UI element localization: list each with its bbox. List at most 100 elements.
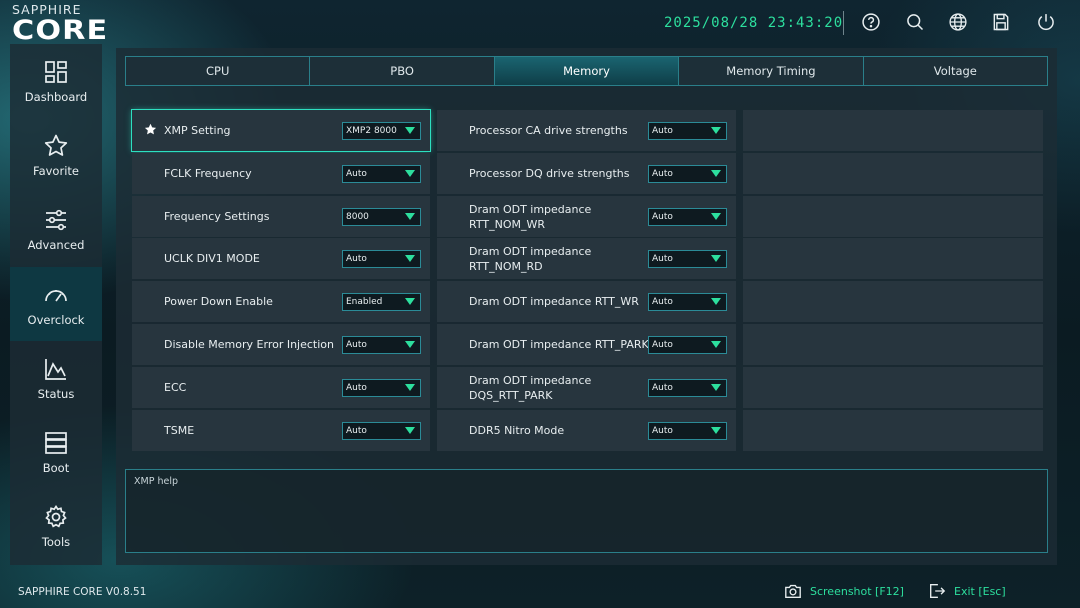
sidebar-item-advanced[interactable]: Advanced [10,192,102,266]
setting-label-line1: Dram ODT impedance [469,373,592,387]
dropdown-arrow-icon [405,340,415,348]
setting-row-tsme[interactable]: TSME Auto [132,410,430,451]
setting-label: Dram ODT impedance RTT_PARK [469,337,649,352]
dropdown-arrow-icon [711,383,721,391]
processor-ca-drive-strengths-dropdown[interactable]: Auto [648,121,727,140]
tab-cpu[interactable]: CPU [126,57,311,85]
setting-label-line1: Dram ODT impedance [469,202,592,216]
setting-row-power-down-enable[interactable]: Power Down Enable Enabled [132,281,430,322]
exit-label: Exit [Esc] [954,584,1006,598]
sidebar-item-boot[interactable]: Boot [10,415,102,489]
sidebar-item-favorite[interactable]: Favorite [10,118,102,192]
setting-row-ddr5-nitro-mode[interactable]: DDR5 Nitro Mode Auto [437,410,736,451]
tab-memory[interactable]: Memory [494,57,680,85]
sidebar-item-dashboard[interactable]: Dashboard [10,44,102,118]
gauge-icon [42,281,70,309]
favorite-star-icon[interactable] [144,123,157,136]
processor-dq-drive-strengths-dropdown[interactable]: Auto [648,164,727,183]
setting-row-processor-dq-drive-strengths[interactable]: Processor DQ drive strengths Auto [437,153,736,194]
setting-label: TSME [164,424,195,437]
sapphire-core-logo: SAPPHIRE CORE [12,2,132,44]
setting-label: DDR5 Nitro Mode [469,423,564,438]
dropdown-value: Enabled [346,296,383,307]
dropdown-arrow-icon [405,212,415,220]
tab-pbo[interactable]: PBO [310,57,495,85]
setting-label: FCLK Frequency [164,167,252,180]
dropdown-value: Auto [652,125,673,136]
setting-row-dram-odt-rtt-nom-rd[interactable]: Dram ODT impedance RTT_NOM_RD Auto [437,238,736,279]
setting-row-dram-odt-rtt-wr[interactable]: Dram ODT impedance RTT_WR Auto [437,281,736,322]
disable-memory-error-injection-dropdown[interactable]: Auto [342,335,421,354]
empty-row [743,238,1043,279]
globe-icon[interactable] [947,11,969,33]
tab-memory-timing[interactable]: Memory Timing [679,57,864,85]
setting-label: Dram ODT impedance RTT_NOM_WR [469,202,591,232]
tab-bar: CPU PBO Memory Memory Timing Voltage [125,56,1048,86]
sidebar-item-status[interactable]: Status [10,341,102,415]
setting-label-line2: DQS_RTT_PARK [469,388,553,402]
setting-label-line1: Processor CA drive strengths [469,124,628,137]
tab-voltage[interactable]: Voltage [863,57,1048,85]
setting-label: Processor DQ drive strengths [469,166,630,181]
search-icon[interactable] [904,11,926,33]
dropdown-value: Auto [652,339,673,350]
ddr5-nitro-mode-dropdown[interactable]: Auto [648,421,727,440]
setting-label: Frequency Settings [164,210,270,223]
dram-odt-rtt-park-dropdown[interactable]: Auto [648,335,727,354]
help-title: XMP help [134,476,178,487]
screenshot-button[interactable]: Screenshot [F12] [784,582,904,600]
help-icon[interactable] [860,11,882,33]
dropdown-arrow-icon [405,254,415,262]
setting-row-dram-odt-rtt-park[interactable]: Dram ODT impedance RTT_PARK Auto [437,324,736,365]
setting-row-dram-odt-dqs-rtt-park[interactable]: Dram ODT impedance DQS_RTT_PARK Auto [437,367,736,408]
dram-odt-rtt-nom-rd-dropdown[interactable]: Auto [648,249,727,268]
setting-row-uclk-div1-mode[interactable]: UCLK DIV1 MODE Auto [132,238,430,279]
sidebar-item-tools[interactable]: Tools [10,489,102,563]
ecc-dropdown[interactable]: Auto [342,378,421,397]
dropdown-value: 8000 [346,211,369,222]
exit-button[interactable]: Exit [Esc] [928,582,1006,600]
save-icon[interactable] [990,11,1012,33]
empty-row [743,281,1043,322]
dropdown-value: Auto [346,382,367,393]
setting-label-line1: Dram ODT impedance [469,244,592,258]
setting-label: XMP Setting [164,124,231,137]
power-icon[interactable] [1035,11,1057,33]
setting-label-line1: Processor DQ drive strengths [469,167,630,180]
screenshot-label: Screenshot [F12] [810,584,904,598]
sidebar: Dashboard Favorite Advanced Overclock St… [10,44,102,565]
sidebar-item-label: Overclock [27,313,85,327]
dropdown-value: Auto [652,253,673,264]
uclk-div1-mode-dropdown[interactable]: Auto [342,249,421,268]
setting-row-fclk-frequency[interactable]: FCLK Frequency Auto [132,153,430,194]
dropdown-value: Auto [346,168,367,179]
dropdown-value: Auto [652,425,673,436]
setting-row-frequency-settings[interactable]: Frequency Settings 8000 [132,196,430,237]
empty-row [743,324,1043,365]
setting-row-ecc[interactable]: ECC Auto [132,367,430,408]
dropdown-value: Auto [346,339,367,350]
setting-row-xmp-setting[interactable]: XMP Setting XMP2 8000 [131,109,431,152]
setting-row-disable-memory-error-injection[interactable]: Disable Memory Error Injection Auto [132,324,430,365]
setting-row-processor-ca-drive-strengths[interactable]: Processor CA drive strengths Auto [437,110,736,151]
dashboard-icon [42,58,70,86]
setting-label-line1: Dram ODT impedance RTT_WR [469,295,639,308]
xmp-setting-dropdown[interactable]: XMP2 8000 [342,121,421,140]
chart-icon [42,355,70,383]
header-divider [843,11,844,35]
dropdown-arrow-icon [711,169,721,177]
dram-odt-rtt-wr-dropdown[interactable]: Auto [648,292,727,311]
fclk-frequency-dropdown[interactable]: Auto [342,164,421,183]
empty-row [743,153,1043,194]
frequency-settings-dropdown[interactable]: 8000 [342,207,421,226]
help-panel: XMP help [125,469,1048,553]
tsme-dropdown[interactable]: Auto [342,421,421,440]
dram-odt-rtt-nom-wr-dropdown[interactable]: Auto [648,207,727,226]
power-down-enable-dropdown[interactable]: Enabled [342,292,421,311]
setting-label: Dram ODT impedance RTT_WR [469,294,639,309]
setting-row-dram-odt-rtt-nom-wr[interactable]: Dram ODT impedance RTT_NOM_WR Auto [437,196,736,237]
dram-odt-dqs-rtt-park-dropdown[interactable]: Auto [648,378,727,397]
dropdown-arrow-icon [711,426,721,434]
sidebar-item-overclock[interactable]: Overclock [10,267,102,341]
star-icon [42,132,70,160]
